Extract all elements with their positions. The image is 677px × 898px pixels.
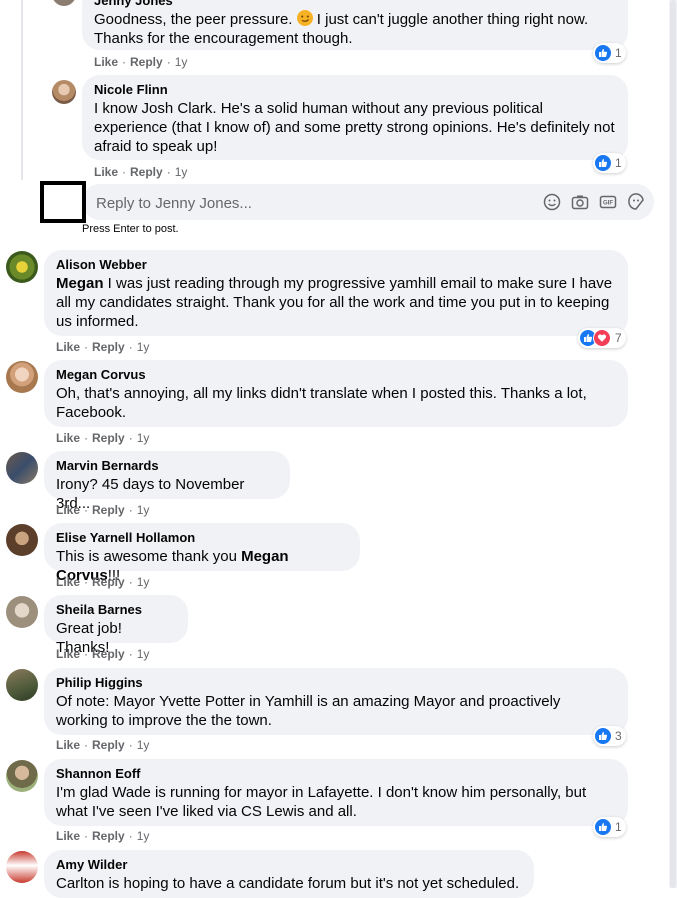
emoji-icon[interactable]: [542, 192, 562, 212]
reaction-count[interactable]: 3: [593, 726, 626, 746]
comment-bubble-megan-corvus: Megan Corvus Oh, that's annoying, all my…: [44, 360, 628, 427]
avatar-marvin-bernards[interactable]: [6, 452, 38, 484]
reply-button[interactable]: Reply: [92, 647, 125, 661]
like-button[interactable]: Like: [56, 738, 80, 752]
avatar-shannon-eoff[interactable]: [6, 760, 38, 792]
scrollbar-track[interactable]: [669, 0, 677, 888]
comment-actions: Like · Reply · 1y: [94, 55, 188, 69]
comment-time[interactable]: 1y: [137, 431, 150, 445]
comment-actions: Like · Reply · 1y: [56, 340, 150, 354]
comment-actions: Like · Reply · 1y: [56, 829, 150, 843]
comment-time[interactable]: 1y: [137, 340, 150, 354]
avatar-sheila-barnes[interactable]: [6, 596, 38, 628]
avatar-philip-higgins[interactable]: [6, 669, 38, 701]
comment-actions: Like · Reply · 1y: [56, 738, 150, 752]
reply-button[interactable]: Reply: [92, 431, 125, 445]
current-user-avatar: [40, 181, 86, 223]
like-button[interactable]: Like: [56, 431, 80, 445]
reaction-count[interactable]: 1: [593, 43, 626, 63]
like-button[interactable]: Like: [94, 165, 118, 179]
like-button[interactable]: Like: [56, 575, 80, 589]
comment-time[interactable]: 1y: [137, 738, 150, 752]
reply-button[interactable]: Reply: [130, 55, 163, 69]
mention-link[interactable]: Megan: [56, 275, 104, 292]
comment-author[interactable]: Elise Yarnell Hollamon: [56, 530, 348, 546]
like-button[interactable]: Like: [94, 55, 118, 69]
scrollbar-thumb[interactable]: [670, 0, 676, 888]
reply-button[interactable]: Reply: [92, 575, 125, 589]
like-button[interactable]: Like: [56, 503, 80, 517]
comment-bubble-shannon-eoff: Shannon Eoff I'm glad Wade is running fo…: [44, 759, 628, 826]
comment-author[interactable]: Jenny Jones: [94, 0, 616, 9]
like-button[interactable]: Like: [56, 340, 80, 354]
comment-bubble-amy-wilder: Amy Wilder Carlton is hoping to have a c…: [44, 850, 534, 898]
avatar-alison-webber[interactable]: [6, 251, 38, 283]
comment-bubble-philip-higgins: Philip Higgins Of note: Mayor Yvette Pot…: [44, 668, 628, 735]
comment-time[interactable]: 1y: [137, 647, 150, 661]
like-button[interactable]: Like: [56, 647, 80, 661]
reaction-count[interactable]: 1: [593, 153, 626, 173]
like-button[interactable]: Like: [56, 829, 80, 843]
comment-actions: Like · Reply · 1y: [56, 647, 150, 661]
reaction-count[interactable]: 7: [578, 328, 626, 348]
comment-author[interactable]: Nicole Flinn: [94, 82, 616, 98]
comment-text: I'm glad Wade is running for mayor in La…: [56, 784, 587, 820]
reply-button[interactable]: Reply: [92, 340, 125, 354]
comment-time[interactable]: 1y: [175, 165, 188, 179]
thread-line: [21, 0, 23, 180]
reply-bubble-jenny-jones: Jenny Jones Goodness, the peer pressure.…: [82, 0, 628, 50]
reply-button[interactable]: Reply: [92, 738, 125, 752]
reaction-count[interactable]: 1: [593, 817, 626, 837]
comment-actions: Like · Reply · 1y: [94, 165, 188, 179]
comment-text: Of note: Mayor Yvette Potter in Yamhill …: [56, 693, 561, 729]
gif-icon[interactable]: GIF: [598, 192, 618, 212]
reply-button[interactable]: Reply: [130, 165, 163, 179]
comment-bubble-sheila-barnes: Sheila Barnes Great job! Thanks!: [44, 595, 188, 656]
comment-author[interactable]: Marvin Bernards: [56, 458, 278, 474]
comment-text: Megan I was just reading through my prog…: [56, 275, 613, 330]
comment-text: Carlton is hoping to have a candidate fo…: [56, 875, 520, 892]
reply-input[interactable]: [94, 184, 518, 222]
sticker-icon[interactable]: [626, 192, 646, 212]
avatar-elise-yarnell-hollamon[interactable]: [6, 524, 38, 556]
comment-author[interactable]: Alison Webber: [56, 257, 616, 273]
avatar-megan-corvus[interactable]: [6, 361, 38, 393]
reply-composer: GIF: [82, 184, 654, 222]
reply-bubble-nicole-flinn: Nicole Flinn I know Josh Clark. He's a s…: [82, 75, 628, 160]
smirk-emoji-icon: [296, 10, 313, 26]
like-reaction-icon: [595, 728, 611, 744]
love-reaction-icon: [593, 329, 611, 347]
like-reaction-icon: [595, 155, 611, 171]
comment-bubble-marvin-bernards: Marvin Bernards Irony? 45 days to Novemb…: [44, 451, 290, 512]
comment-time[interactable]: 1y: [137, 575, 150, 589]
avatar-amy-wilder[interactable]: [6, 851, 38, 883]
comment-actions: Like · Reply · 1y: [56, 503, 150, 517]
reply-button[interactable]: Reply: [92, 503, 125, 517]
svg-text:GIF: GIF: [603, 201, 613, 207]
comment-author[interactable]: Megan Corvus: [56, 367, 616, 383]
camera-icon[interactable]: [570, 192, 590, 212]
comment-actions: Like · Reply · 1y: [56, 575, 150, 589]
comment-author[interactable]: Sheila Barnes: [56, 602, 176, 618]
comment-time[interactable]: 1y: [137, 829, 150, 843]
comment-text: Oh, that's annoying, all my links didn't…: [56, 385, 587, 421]
comment-author[interactable]: Shannon Eoff: [56, 766, 616, 782]
reply-button[interactable]: Reply: [92, 829, 125, 843]
comment-text: I know Josh Clark. He's a solid human wi…: [94, 100, 615, 155]
like-reaction-icon: [595, 45, 611, 61]
comment-text: Goodness, the peer pressure. I just can'…: [94, 10, 589, 47]
comment-bubble-elise-yarnell-hollamon: Elise Yarnell Hollamon This is awesome t…: [44, 523, 360, 584]
avatar-jenny-jones[interactable]: [52, 0, 76, 6]
comment-author[interactable]: Amy Wilder: [56, 857, 522, 873]
comment-time[interactable]: 1y: [175, 55, 188, 69]
comment-author[interactable]: Philip Higgins: [56, 675, 616, 691]
comment-actions: Like · Reply · 1y: [56, 431, 150, 445]
avatar-nicole-flinn[interactable]: [52, 80, 76, 104]
press-enter-hint: Press Enter to post.: [82, 223, 179, 235]
like-reaction-icon: [595, 819, 611, 835]
comment-time[interactable]: 1y: [137, 503, 150, 517]
comment-bubble-alison-webber: Alison Webber Megan I was just reading t…: [44, 250, 628, 336]
